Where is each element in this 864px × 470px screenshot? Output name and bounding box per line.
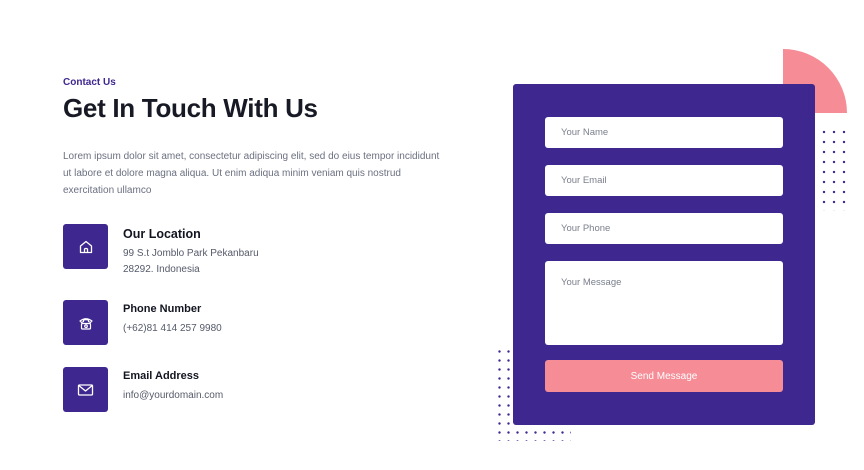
email-address: info@yourdomain.com [123, 390, 224, 401]
page-title: Get In Touch With Us [63, 93, 318, 123]
contact-eyebrow: Contact Us [63, 77, 116, 88]
name-input[interactable] [545, 117, 783, 148]
location-title: Our Location [123, 227, 201, 241]
email-input[interactable] [545, 165, 783, 196]
message-textarea[interactable] [545, 261, 783, 345]
phone-icon [63, 300, 108, 345]
phone-number: (+62)81 414 257 9980 [123, 323, 222, 334]
location-address-line1: 99 S.t Jomblo Park Pekanbaru [123, 248, 259, 259]
send-message-button[interactable]: Send Message [545, 360, 783, 392]
email-title: Email Address [123, 370, 200, 382]
home-icon [63, 224, 108, 269]
intro-text: Lorem ipsum dolor sit amet, consectetur … [63, 151, 440, 196]
phone-input[interactable] [545, 213, 783, 244]
location-address-line2: 28292. Indonesia [123, 264, 200, 275]
contact-form: Send Message [513, 84, 815, 425]
mail-icon [63, 367, 108, 412]
phone-title: Phone Number [123, 303, 202, 315]
deco-dot-grid-right [819, 127, 849, 211]
